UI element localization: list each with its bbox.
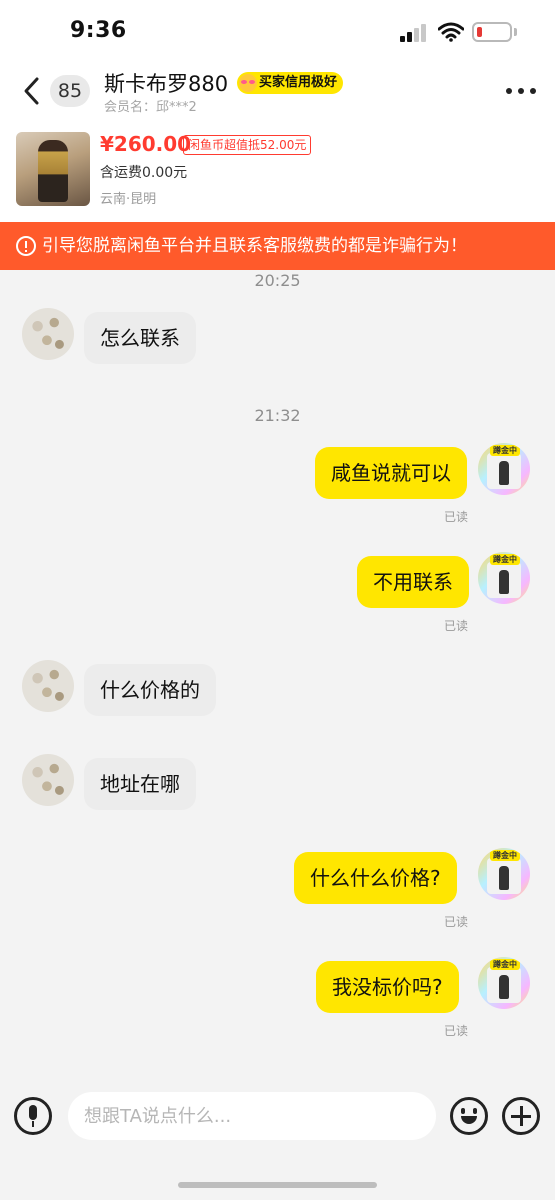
avatar-status-ribbon: 蹲金中 (490, 959, 520, 970)
read-receipt: 已读 (444, 915, 469, 929)
chat-timestamp: 21:32 (254, 406, 301, 425)
message-input[interactable] (68, 1092, 436, 1140)
buyer-avatar[interactable] (22, 754, 74, 806)
seller-avatar[interactable]: 蹲金中 (478, 552, 530, 604)
cellular-signal-icon (400, 24, 428, 42)
unread-count-badge[interactable]: 85 (50, 75, 90, 107)
buyer-avatar[interactable] (22, 660, 74, 712)
battery-tip (514, 28, 517, 36)
message-bubble-received[interactable]: 怎么联系 (84, 312, 196, 364)
status-time: 9:36 (70, 18, 127, 43)
message-bubble-sent[interactable]: 我没标价吗? (316, 961, 459, 1013)
seller-avatar[interactable]: 蹲金中 (478, 848, 530, 900)
message-bubble-received[interactable]: 什么价格的 (84, 664, 216, 716)
coin-discount-tag: 闲鱼币超值抵52.00元 (183, 135, 312, 155)
message-bubble-sent[interactable]: 什么什么价格? (294, 852, 457, 904)
back-arrow-icon[interactable] (20, 76, 44, 106)
avatar-status-ribbon: 蹲金中 (490, 850, 520, 861)
seller-name[interactable]: 斯卡布罗880 (104, 68, 228, 98)
fraud-warning-banner: 引导您脱离闲鱼平台并且联系客服缴费的都是诈骗行为！ (0, 222, 555, 270)
wifi-icon (438, 22, 464, 42)
read-receipt: 已读 (444, 1024, 469, 1038)
microphone-icon[interactable] (14, 1097, 52, 1135)
product-price: ¥260.00 (100, 132, 192, 156)
smile-face-icon (239, 74, 257, 92)
member-value: 邱***2 (156, 100, 197, 115)
plus-icon[interactable] (502, 1097, 540, 1135)
avatar-status-ribbon: 蹲金中 (490, 445, 520, 456)
seller-avatar[interactable]: 蹲金中 (478, 957, 530, 1009)
member-label: 会员名： (104, 100, 157, 115)
read-receipt: 已读 (444, 619, 469, 633)
product-thumbnail[interactable] (16, 132, 90, 206)
message-bubble-sent[interactable]: 不用联系 (357, 556, 469, 608)
battery-icon (472, 22, 512, 42)
message-bubble-sent[interactable]: 咸鱼说就可以 (315, 447, 467, 499)
shipping-fee: 含运费0.00元 (100, 165, 188, 181)
chat-timestamp: 20:25 (254, 271, 301, 290)
status-bar: 9:36 (0, 0, 555, 62)
home-indicator (178, 1182, 377, 1188)
product-location: 云南·昆明 (100, 192, 157, 207)
more-options-icon[interactable] (506, 88, 536, 96)
warning-text: 引导您脱离闲鱼平台并且联系客服缴费的都是诈骗行为！ (42, 236, 467, 256)
seller-avatar[interactable]: 蹲金中 (478, 443, 530, 495)
buyer-avatar[interactable] (22, 308, 74, 360)
product-card[interactable]: ¥260.00 闲鱼币超值抵52.00元 含运费0.00元 云南·昆明 (0, 122, 555, 222)
message-bubble-received[interactable]: 地址在哪 (84, 758, 196, 810)
credit-badge-label: 买家信用极好 (259, 75, 338, 90)
emoji-icon[interactable] (450, 1097, 488, 1135)
read-receipt: 已读 (444, 510, 469, 524)
member-name: 会员名：邱***2 (104, 96, 197, 115)
alert-icon (16, 236, 36, 256)
chat-header: 85 斯卡布罗880 买家信用极好 会员名：邱***2 (0, 62, 555, 122)
avatar-status-ribbon: 蹲金中 (490, 554, 520, 565)
credit-badge[interactable]: 买家信用极好 (237, 72, 344, 94)
